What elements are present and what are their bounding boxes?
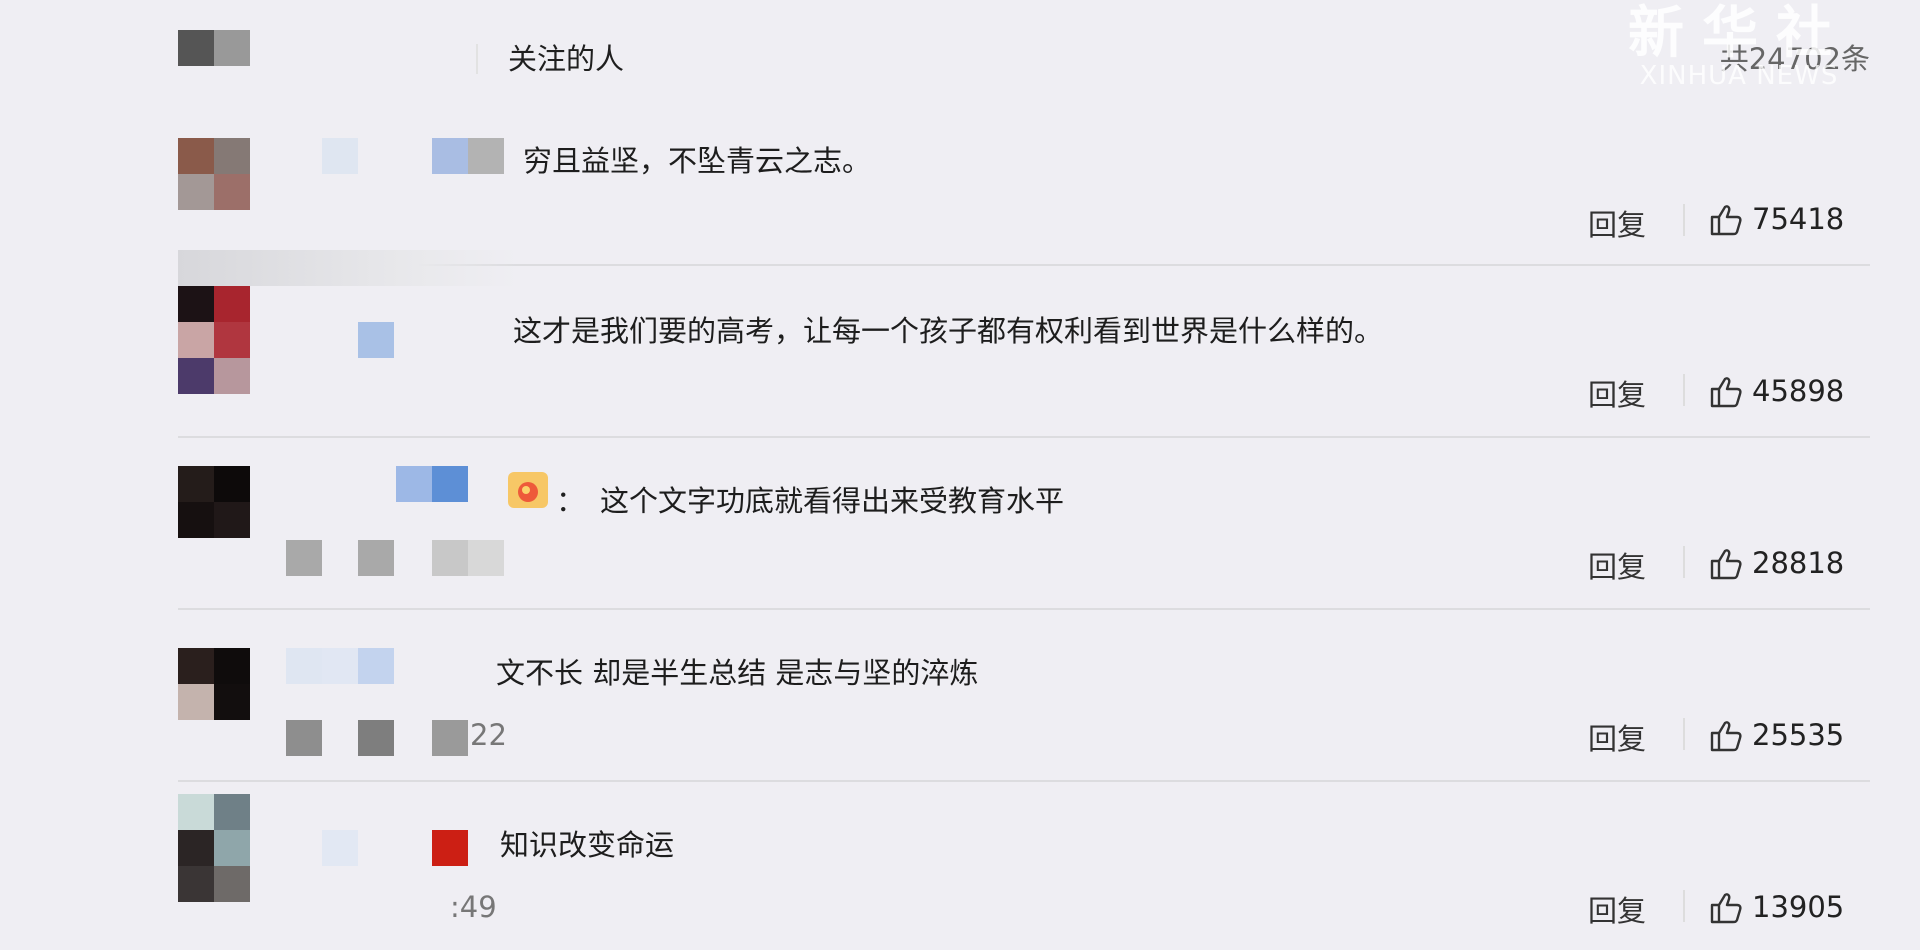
username-mosaic[interactable] bbox=[358, 648, 394, 684]
thumbs-up-icon bbox=[1710, 205, 1742, 236]
reply-button[interactable]: 回复 bbox=[1588, 544, 1646, 586]
timestamp-mosaic bbox=[432, 540, 468, 576]
thumbs-up-icon bbox=[1710, 721, 1742, 752]
avatar[interactable] bbox=[178, 794, 250, 902]
username-mosaic[interactable] bbox=[432, 466, 468, 502]
action-divider bbox=[1683, 374, 1685, 406]
page-title: 关注的人 bbox=[508, 42, 625, 76]
action-divider bbox=[1683, 546, 1685, 578]
timestamp-mosaic bbox=[286, 540, 322, 576]
timestamp-mosaic bbox=[468, 540, 504, 576]
thumbs-up-icon bbox=[1710, 377, 1742, 408]
reply-button[interactable]: 回复 bbox=[1588, 202, 1646, 244]
watermark-logo: 新华社 XINHUA NEWS bbox=[1628, 4, 1850, 90]
comment-divider bbox=[178, 608, 1870, 610]
like-count: 45898 bbox=[1752, 374, 1845, 408]
avatar[interactable] bbox=[178, 286, 250, 394]
username-mosaic[interactable] bbox=[358, 322, 394, 358]
avatar[interactable] bbox=[178, 648, 250, 720]
comment-text: 文不长 却是半生总结 是志与坚的淬炼 bbox=[496, 656, 979, 690]
comment-text: 这个文字功底就看得出来受教育水平 bbox=[600, 484, 1065, 518]
timestamp-fragment: :49 bbox=[450, 890, 497, 924]
blurred-strip bbox=[178, 250, 518, 286]
like-count: 75418 bbox=[1752, 202, 1845, 236]
comment-text: 这才是我们要的高考，让每一个孩子都有权利看到世界是什么样的。 bbox=[513, 314, 1384, 348]
username-mosaic[interactable] bbox=[286, 648, 322, 684]
watermark-en: XINHUA NEWS bbox=[1639, 61, 1839, 91]
timestamp-fragment: 22 bbox=[470, 718, 507, 752]
comment-divider bbox=[178, 780, 1870, 782]
comment-text: 知识改变命运 bbox=[500, 828, 675, 862]
reply-button[interactable]: 回复 bbox=[1588, 716, 1646, 758]
action-divider bbox=[1683, 890, 1685, 922]
username-mosaic[interactable] bbox=[322, 138, 358, 174]
vip-badge-icon bbox=[432, 830, 468, 866]
username-mosaic[interactable] bbox=[396, 466, 432, 502]
watermark-cn: 新华社 bbox=[1628, 0, 1850, 66]
colon-separator: ： bbox=[556, 484, 586, 518]
reply-button[interactable]: 回复 bbox=[1588, 888, 1646, 930]
comment-list-page: 关注的人 共24702条 新华社 XINHUA NEWS 穷且益坚，不坠青云之志… bbox=[0, 0, 1920, 950]
avatar[interactable] bbox=[178, 466, 250, 538]
timestamp-mosaic bbox=[358, 540, 394, 576]
like-count: 13905 bbox=[1752, 890, 1845, 924]
username-mosaic[interactable] bbox=[432, 138, 468, 174]
comment-divider bbox=[178, 436, 1870, 438]
username-mosaic[interactable] bbox=[468, 138, 504, 174]
thumbs-up-icon bbox=[1710, 893, 1742, 924]
crown-badge-icon bbox=[508, 472, 548, 508]
username-mosaic[interactable] bbox=[322, 648, 358, 684]
reply-button[interactable]: 回复 bbox=[1588, 372, 1646, 414]
comment-text: 穷且益坚，不坠青云之志。 bbox=[523, 144, 872, 178]
avatar[interactable] bbox=[178, 138, 250, 210]
timestamp-mosaic bbox=[432, 720, 468, 756]
header-separator bbox=[476, 44, 478, 74]
action-divider bbox=[1683, 204, 1685, 236]
username-mosaic[interactable] bbox=[322, 830, 358, 866]
timestamp-mosaic bbox=[286, 720, 322, 756]
avatar[interactable] bbox=[178, 30, 250, 66]
action-divider bbox=[1683, 718, 1685, 750]
like-count: 28818 bbox=[1752, 546, 1845, 580]
like-count: 25535 bbox=[1752, 718, 1845, 752]
timestamp-mosaic bbox=[358, 720, 394, 756]
thumbs-up-icon bbox=[1710, 549, 1742, 580]
